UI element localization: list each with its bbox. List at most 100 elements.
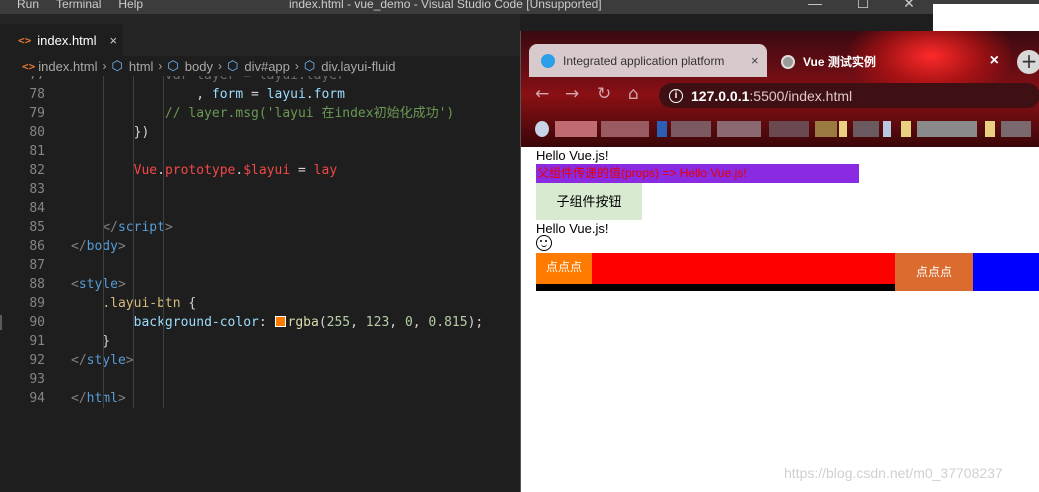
layui-row: 点点点 点点点 [536,253,1039,291]
bookmarks-bar [521,115,1039,145]
close-window-icon[interactable]: ✕ [897,0,921,13]
indent-guide [133,370,134,389]
code-line[interactable]: 92 </style> [0,351,520,370]
indent-guide [133,123,134,142]
indent-guide [133,389,134,408]
line-number: 93 [29,372,45,387]
overlapping-window [933,4,1039,31]
indent-guide [163,294,164,313]
code-line[interactable]: 89 .layui-btn { [0,294,520,313]
code-line[interactable]: 80 }) [0,123,520,142]
bookmark-item[interactable] [917,121,977,137]
bookmark-item[interactable] [815,121,837,137]
indent-guide [163,237,164,256]
bookmark-item[interactable] [555,121,597,137]
html-file-icon: <> [22,59,36,73]
menu-terminal[interactable]: Terminal [56,0,101,11]
indent-guide [163,389,164,408]
layui-button[interactable]: 点点点 [536,253,592,284]
bookmark-item[interactable] [853,121,879,137]
bookmark-item[interactable] [717,121,761,137]
element-cube-icon: ⬡ [167,58,179,73]
indent-guide [103,76,104,85]
indent-guide [163,104,164,123]
smiley-face-icon [536,235,552,251]
breadcrumb-item[interactable]: body [185,59,213,74]
address-bar[interactable]: i 127.0.0.1:5500/index.html [659,83,1039,108]
browser-tab-label: Integrated application platform [563,53,725,68]
line-number: 84 [29,201,45,216]
bookmark-item[interactable] [671,121,711,137]
forward-arrow-icon[interactable]: → [565,84,579,104]
indent-guide [163,351,164,370]
code-line[interactable]: 84 [0,199,520,218]
code-line[interactable]: 79 // layer.msg('layui 在index初始化成功') [0,104,520,123]
indent-guide [103,313,104,332]
code-line[interactable]: 78 , form = layui.form [0,85,520,104]
minimize-icon[interactable]: — [803,0,827,13]
line-number: 85 [29,220,45,235]
indent-guide [133,85,134,104]
bookmark-item[interactable] [985,121,995,137]
code-line[interactable]: 82 Vue.prototype.$layui = lay [0,161,520,180]
code-line[interactable]: 88 <style> [0,275,520,294]
close-tab-icon[interactable]: × [110,33,118,48]
code-line[interactable]: 81 [0,142,520,161]
new-tab-button[interactable]: + [1017,50,1039,74]
code-line[interactable]: 77 var layer = layui.layer [0,76,520,85]
props-message: 父组件传递的值(props) => Hello Vue.js! [536,164,859,183]
close-tab-icon[interactable]: × [990,52,999,70]
editor-tab-bar: <> index.html × [0,14,520,56]
info-icon[interactable]: i [669,88,683,103]
home-icon[interactable]: ⌂ [628,84,639,104]
close-tab-icon[interactable]: × [751,53,759,68]
indent-guide [133,275,134,294]
browser-tab-inactive[interactable]: Integrated application platform × [529,44,767,77]
indent-guide [103,123,104,142]
layui-button[interactable]: 点点点 [895,253,973,291]
indent-guide [163,332,164,351]
indent-guide [133,332,134,351]
code-line[interactable]: 94 </html> [0,389,520,408]
bookmark-item[interactable] [769,121,809,137]
bookmark-item[interactable] [657,121,667,137]
bookmark-item[interactable] [839,121,847,137]
editor-tab-index-html[interactable]: <> index.html × [0,24,123,56]
back-arrow-icon[interactable]: ← [535,84,549,104]
code-line[interactable]: 90 background-color: rgba(255, 123, 0, 0… [0,313,520,332]
html-file-icon: <> [18,33,32,47]
breadcrumb-item[interactable]: div.layui-fluid [321,59,395,74]
code-line[interactable]: 91 } [0,332,520,351]
code-line[interactable]: 87 [0,256,520,275]
menu-run[interactable]: Run [17,0,39,11]
line-number: 79 [29,106,45,121]
bookmark-item[interactable] [901,121,911,137]
breadcrumb-item[interactable]: div#app [244,59,290,74]
indent-guide [103,351,104,370]
code-line[interactable]: 83 [0,180,520,199]
bookmark-item[interactable] [1001,121,1031,137]
code-text: <style> [71,277,126,292]
maximize-icon[interactable]: ☐ [851,0,875,13]
reload-icon[interactable]: ↻ [597,84,611,104]
code-line[interactable]: 85 </script> [0,218,520,237]
site-globe-icon [541,53,555,68]
code-editor[interactable]: 77 var layer = layui.layer78 , form = la… [0,76,520,492]
code-text: }) [71,125,150,140]
breadcrumb: <> index.html › ⬡ html › ⬡ body › ⬡ div#… [0,56,520,76]
indent-guide [163,199,164,218]
bookmark-item[interactable] [601,121,649,137]
code-line[interactable]: 86 </body> [0,237,520,256]
breadcrumb-item[interactable]: html [129,59,154,74]
bookmark-item[interactable] [883,121,891,137]
bookmark-globe-icon[interactable] [535,121,549,137]
indent-guide [133,294,134,313]
menu-help[interactable]: Help [118,0,143,11]
code-line[interactable]: 93 [0,370,520,389]
indent-guide [163,85,164,104]
editor-tab-label: index.html [37,32,97,48]
breadcrumb-item[interactable]: index.html [38,59,97,74]
indent-guide [133,180,134,199]
browser-tab-active[interactable]: Vue 测试实例 × [773,46,999,77]
child-component-button[interactable]: 子组件按钮 [536,183,642,220]
